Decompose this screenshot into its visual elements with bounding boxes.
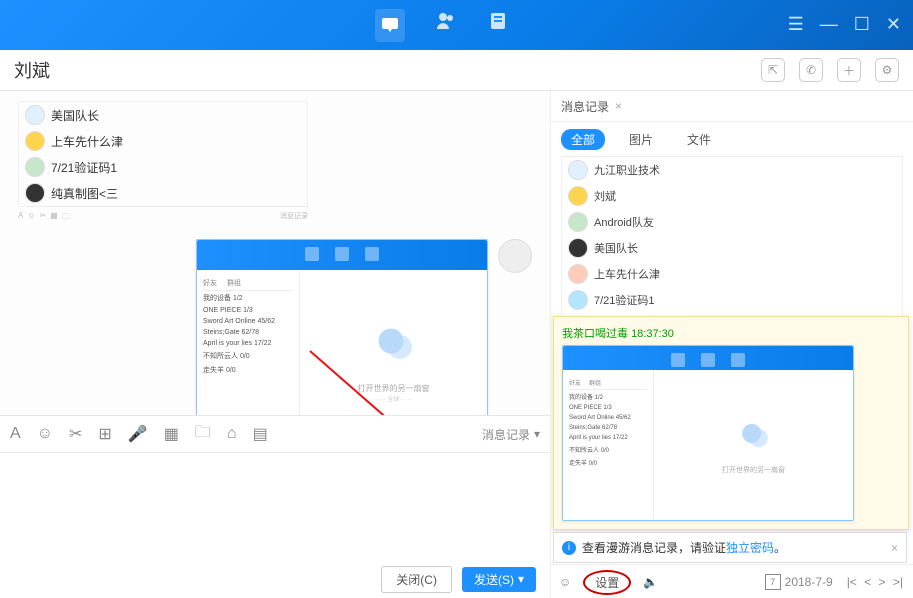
window-controls: ☰ — ☐ ✕ [788,14,901,35]
minimize-icon[interactable]: — [820,14,838,35]
list-item[interactable]: 九江职业技术 [562,157,902,183]
settings-icon[interactable]: ⚙ [875,58,899,82]
add-icon[interactable]: ＋ [837,58,861,82]
call-icon[interactable]: ✆ [799,58,823,82]
screen-share-icon[interactable]: ⇱ [761,58,785,82]
send-button[interactable]: 发送(S)▾ [462,567,536,592]
history-tab-label[interactable]: 消息记录 [561,98,609,115]
app-icon[interactable]: ▤ [253,424,268,444]
history-footer: ☺ 设置 🔈 7 2018-7-9 |< < > >| [551,564,913,598]
close-tab-icon[interactable]: × [615,99,622,113]
screenshot-attachment[interactable]: 好友群组 我的设备 1/2 ONE PIECE 1/3 Sword Art On… [562,345,854,521]
list-item[interactable]: 上车先什么津 [562,261,902,287]
chevron-down-icon[interactable]: ▾ [518,572,524,586]
folder-icon[interactable]: 🗀 [195,421,211,448]
message-input[interactable] [0,453,550,559]
last-page-icon[interactable]: >| [891,575,905,589]
tab-apps-icon[interactable] [487,9,509,42]
avatar[interactable] [498,239,532,273]
highlighted-message: 我茶口喝过毒 18:37:30 好友群组 我的设备 1/2 ONE PIECE … [553,316,909,530]
list-item[interactable]: 刘斌 [562,183,902,209]
history-tab: 消息记录 × [551,91,913,122]
mini-contact-list: 美国队长 上车先什么津 7/21验证码1 纯真制图<三 [18,101,308,207]
screenshot-attachment[interactable]: 好友群组 我的设备 1/2 ONE PIECE 1/3 Sword Art On… [196,239,488,415]
chat-pane: 美国队长 上车先什么津 7/21验证码1 纯真制图<三 A☺✂▦🗀消息记录 好友… [0,91,551,598]
input-toolbar: A ☺ ✂ ⊞ 🎤 ▦ 🗀 ⌂ ▤ 消息记录▾ [0,415,550,453]
menu-icon[interactable]: ☰ [788,14,804,35]
close-button[interactable]: 关闭(C) [381,566,452,593]
filter-all[interactable]: 全部 [561,129,605,150]
chevron-down-icon: ▾ [534,427,540,441]
font-icon[interactable]: A [10,425,21,443]
close-icon[interactable]: ✕ [886,14,901,35]
sender-name: 我茶口喝过毒 [562,328,628,340]
tip-text: 查看漫游消息记录，请验证独立密码。 [582,539,786,556]
history-button[interactable]: 消息记录▾ [482,426,540,443]
settings-button[interactable]: 设置 [583,570,631,595]
cut-icon[interactable]: ✂ [69,424,82,444]
message-own: 好友群组 我的设备 1/2 ONE PIECE 1/3 Sword Art On… [18,239,532,415]
header-tabs [375,9,509,42]
list-item[interactable]: Android队友 [562,209,902,235]
first-page-icon[interactable]: |< [845,575,859,589]
filter-file[interactable]: 文件 [677,129,721,150]
send-bar: 关闭(C) 发送(S)▾ [0,559,550,598]
tab-chat-icon[interactable] [375,9,405,42]
message-meta: 我茶口喝过毒 18:37:30 [562,325,900,341]
date-picker[interactable]: 7 2018-7-9 [765,574,833,590]
calendar-icon: 7 [765,574,781,590]
app-header: ☰ — ☐ ✕ [0,0,913,50]
screenshot-main: 打开世界的另一扇窗 ······ 全球··· ··· [300,270,487,415]
password-link[interactable]: 独立密码 [726,541,774,555]
emoji-icon[interactable]: ☺ [37,425,53,443]
contact-name: 刘斌 [14,57,50,83]
next-page-icon[interactable]: > [877,575,888,589]
image-icon[interactable]: ▦ [164,424,179,444]
maximize-icon[interactable]: ☐ [854,14,870,35]
close-tip-icon[interactable]: × [891,541,898,555]
screenshot-icon[interactable]: ⌂ [227,425,237,443]
message-time: 18:37:30 [631,328,674,340]
prev-page-icon[interactable]: < [862,575,873,589]
info-icon: i [562,541,576,555]
pager: |< < > >| [845,575,905,589]
gif-icon[interactable]: ⊞ [98,424,111,444]
screenshot-sidebar: 好友群组 我的设备 1/2 ONE PIECE 1/3 Sword Art On… [197,270,300,415]
verify-tip: i 查看漫游消息记录，请验证独立密码。 × [553,532,907,563]
message: 美国队长 上车先什么津 7/21验证码1 纯真制图<三 A☺✂▦🗀消息记录 [18,101,532,225]
emoji-icon[interactable]: ☺ [559,575,571,589]
conversation-actions: ⇱ ✆ ＋ ⚙ [761,58,899,82]
conversation-header: 刘斌 ⇱ ✆ ＋ ⚙ [0,50,913,91]
history-contact-list: 九江职业技术 刘斌 Android队友 美国队长 上车先什么津 7/21验证码1… [561,156,903,340]
history-content: 九江职业技术 刘斌 Android队友 美国队长 上车先什么津 7/21验证码1… [551,156,913,564]
message-list: 美国队长 上车先什么津 7/21验证码1 纯真制图<三 A☺✂▦🗀消息记录 好友… [0,91,550,415]
list-item[interactable]: 7/21验证码1 [562,287,902,313]
history-filters: 全部 图片 文件 [551,122,913,156]
tab-contacts-icon[interactable] [435,9,457,42]
list-item[interactable]: 美国队长 [562,235,902,261]
mic-icon[interactable]: 🎤 [128,424,148,444]
filter-image[interactable]: 图片 [619,129,663,150]
history-pane: 消息记录 × 全部 图片 文件 九江职业技术 刘斌 Android队友 美国队长… [551,91,913,598]
sound-icon[interactable]: 🔈 [643,575,658,589]
